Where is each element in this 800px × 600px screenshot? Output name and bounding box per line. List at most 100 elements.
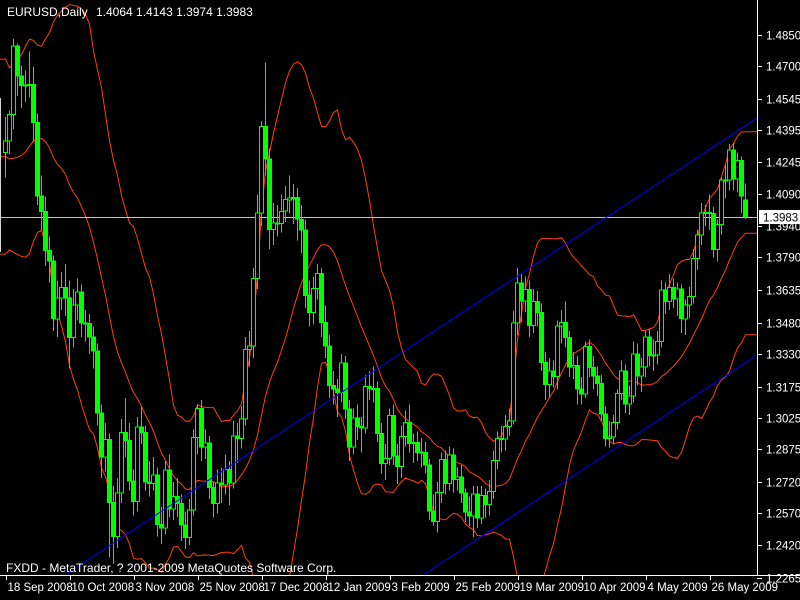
candle-body (187, 509, 192, 538)
trendline[interactable] (422, 354, 757, 575)
candle-body (579, 388, 584, 395)
candle-body (383, 458, 388, 464)
candle-body (575, 364, 580, 390)
candle-body (291, 197, 296, 200)
price-scale-label: 1.4850 (766, 31, 800, 43)
candle-body (355, 417, 360, 428)
current-price-tag: 1.3983 (759, 210, 800, 225)
candle-body (75, 291, 80, 306)
candle-body (635, 353, 640, 377)
candle-body (275, 222, 280, 225)
candle-body (135, 426, 140, 502)
candle-body (667, 286, 672, 303)
candle-body (627, 395, 632, 405)
price-scale-label: 1.3330 (766, 350, 800, 362)
candle-body (251, 277, 256, 347)
candle-body (395, 455, 400, 467)
candle-body (163, 469, 168, 529)
candle-body (691, 258, 696, 297)
price-scale-label: 1.4545 (766, 95, 800, 107)
candle-body (139, 426, 144, 434)
candle-body (319, 273, 324, 324)
candle-body (295, 197, 300, 220)
time-scale-label: 12 Jan 2009 (328, 582, 391, 594)
candle-body (619, 370, 624, 394)
candlestick-series (3, 38, 748, 564)
candle-body (455, 476, 460, 481)
candle-body (359, 426, 364, 429)
candle-body (523, 289, 528, 302)
candle-body (435, 492, 440, 523)
candle-body (7, 114, 12, 142)
candle-body (51, 260, 56, 320)
candle-body (183, 524, 188, 538)
candle-body (259, 126, 264, 214)
candle-body (235, 435, 240, 440)
candle-body (631, 353, 636, 397)
copyright-watermark: FXDD - MetaTrader, ? 2001-2009 MetaQuote… (6, 561, 336, 575)
candle-body (491, 459, 496, 493)
candle-body (203, 442, 208, 448)
candle-body (87, 323, 92, 338)
time-scale[interactable]: 18 Sep 200810 Oct 2008 3 Nov 2008 25 Nov 2… (6, 576, 779, 594)
candle-body (227, 469, 232, 484)
candle-body (463, 492, 468, 513)
candle-body (447, 454, 452, 485)
candle-body (71, 304, 76, 339)
candle-body (607, 436, 612, 439)
candle-body (143, 432, 148, 483)
candle-body (327, 345, 332, 386)
candle-body (31, 84, 36, 123)
candle-body (131, 480, 136, 502)
candle-body (215, 482, 220, 505)
chart-title-symbol: EURUSD,Daily (7, 5, 88, 19)
candle-body (263, 126, 268, 160)
metatrader-chart-window: 1.4850 1.4700 1.4545 1.4395 1.4245 1.4090 1.39… (0, 0, 800, 600)
candle-body (659, 289, 664, 342)
candle-body (531, 300, 536, 327)
candle-body (191, 436, 196, 511)
price-chart[interactable]: 1.4850 1.4700 1.4545 1.4395 1.4245 1.4090 1.39… (0, 0, 800, 600)
candle-body (67, 297, 72, 339)
candle-body (303, 229, 308, 296)
candle-body (19, 75, 24, 86)
price-scale-label: 1.3175 (766, 383, 800, 395)
candle-body (471, 493, 476, 517)
candle-body (727, 149, 732, 181)
candle-body (499, 438, 504, 441)
price-scale-label: 1.3790 (766, 253, 800, 265)
price-scale[interactable]: 1.4850 1.4700 1.4545 1.4395 1.4245 1.4090 1.39… (757, 31, 800, 586)
candle-body (695, 234, 700, 260)
candle-body (595, 375, 600, 385)
price-scale-label: 1.3480 (766, 319, 800, 331)
candle-body (407, 421, 412, 444)
candle-body (451, 454, 456, 481)
candle-body (551, 370, 556, 378)
candle-body (243, 348, 248, 420)
price-scale-label: 1.3635 (766, 286, 800, 298)
time-scale-label: 10 Oct 2008 (72, 582, 135, 594)
candle-body (211, 487, 216, 505)
candle-body (199, 407, 204, 448)
candle-body (423, 451, 428, 466)
candle-body (555, 325, 560, 378)
candle-body (519, 282, 524, 302)
candle-body (155, 474, 160, 526)
candle-body (419, 451, 424, 454)
candle-body (459, 476, 464, 494)
time-scale-label: 3 Feb 2009 (392, 582, 450, 594)
candle-body (603, 413, 608, 439)
candle-body (723, 179, 728, 182)
candle-body (715, 224, 720, 250)
time-scale-label: 19 Mar 2009 (520, 582, 585, 594)
candle-body (495, 438, 500, 461)
candle-body (111, 501, 116, 537)
price-scale-label: 1.2720 (766, 478, 800, 490)
time-scale-label: 3 Nov 2008 (136, 582, 195, 594)
candle-body (159, 524, 164, 529)
time-scale-label: 25 Feb 2009 (456, 582, 521, 594)
price-scale-label: 1.4395 (766, 126, 800, 138)
candle-body (475, 493, 480, 519)
candle-body (351, 417, 356, 448)
candle-body (687, 296, 692, 306)
